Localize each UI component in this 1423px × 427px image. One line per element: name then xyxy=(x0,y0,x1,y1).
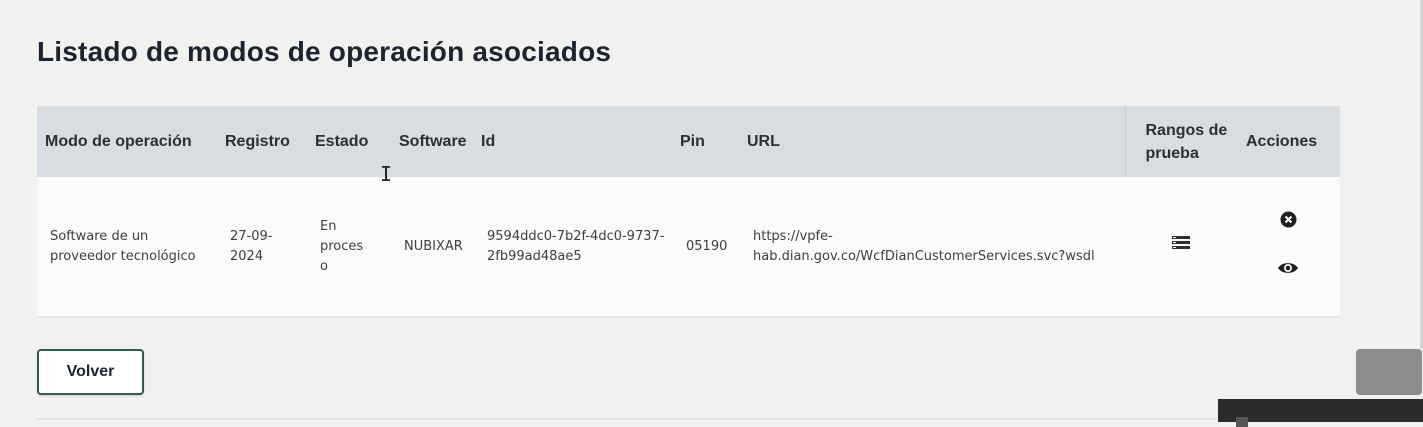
cell-rangos xyxy=(1125,177,1236,317)
cell-registro: 27-09-2024 xyxy=(230,228,273,264)
cell-software: NUBIXAR xyxy=(404,238,463,254)
overlay-panel xyxy=(1218,399,1423,427)
cell-pin: 05190 xyxy=(686,238,728,254)
header-rangos: Rangos de prueba xyxy=(1124,106,1236,177)
cell-estado: En proceso xyxy=(320,218,364,274)
cell-acciones xyxy=(1236,177,1340,317)
eye-icon[interactable] xyxy=(1277,261,1299,282)
header-acciones: Acciones xyxy=(1246,133,1318,150)
text-cursor-icon: I xyxy=(380,162,393,186)
header-software: Software xyxy=(399,133,467,150)
back-button[interactable]: Volver xyxy=(37,349,144,395)
floating-button[interactable] xyxy=(1356,349,1422,395)
header-registro: Registro xyxy=(225,133,290,150)
panel-checkbox-icon xyxy=(1236,417,1248,427)
header-url: URL xyxy=(747,133,780,150)
cell-url: https://vpfe-hab.dian.gov.co/WcfDianCust… xyxy=(753,228,1095,264)
divider xyxy=(37,418,1217,420)
close-circle-icon[interactable] xyxy=(1280,211,1297,235)
cell-id: 9594ddc0-7b2f-4dc0-9737-2fb99ad48ae5 xyxy=(487,228,665,264)
table-header-row: Modo de operación Registro Estado Softwa… xyxy=(37,106,1340,177)
table-row: Software de un proveedor tecnológico 27-… xyxy=(37,177,1340,317)
header-pin: Pin xyxy=(680,133,705,150)
actions-group xyxy=(1236,211,1340,282)
list-icon[interactable] xyxy=(1171,235,1191,258)
page-title: Listado de modos de operación asociados xyxy=(37,36,612,67)
operation-modes-table: Modo de operación Registro Estado Softwa… xyxy=(37,106,1340,318)
header-mode: Modo de operación xyxy=(45,133,192,150)
header-id: Id xyxy=(481,133,496,150)
cell-mode: Software de un proveedor tecnológico xyxy=(50,228,196,264)
